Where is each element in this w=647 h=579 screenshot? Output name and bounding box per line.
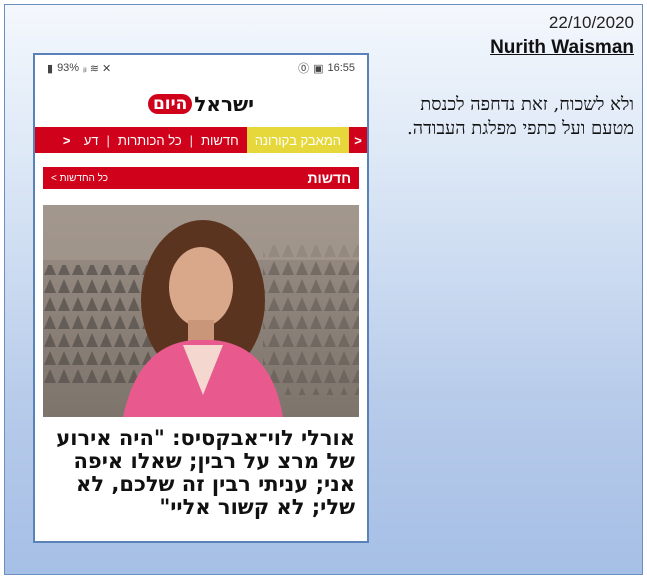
caption-line: מטעם ועל כתפי מפלגת העבודה. [407, 118, 634, 139]
nav-item-news[interactable]: חדשות [193, 127, 247, 153]
nav-divider: | [189, 132, 194, 148]
battery-icon: ▮ [47, 62, 54, 75]
notification-icon: ▣ [313, 62, 324, 75]
slide-frame: 22/10/2020 Nurith Waisman ולא לשכוח, זאת… [4, 4, 643, 575]
caption-line: ולא לשכוח, זאת נדחפה לכנסת [420, 94, 634, 115]
status-bar: ▮ 93% ᵢₗ ≋ ✕ ⓪ ▣ 16:55 [35, 55, 367, 81]
all-news-link[interactable]: כל החדשות > [51, 173, 108, 184]
nfc-icon: ⓪ [298, 63, 310, 75]
logo-text: ישראל [194, 92, 255, 116]
logo-badge: היום [147, 94, 193, 114]
article-photo[interactable] [43, 205, 359, 417]
site-header: ישראל היום [35, 81, 367, 127]
caption-text: ולא לשכוח, זאת נדחפה לכנסת מטעם ועל כתפי… [374, 93, 634, 141]
battery-level: 93% [57, 62, 80, 74]
nav-item-headlines[interactable]: כל הכותרות [110, 127, 190, 153]
nav-item-corona[interactable]: המאבק בקורונה [246, 127, 349, 153]
nav-bar: < המאבק בקורונה חדשות | כל הכותרות | דע … [35, 127, 367, 153]
signal-icon: ᵢₗ ≋ ✕ [83, 62, 112, 75]
nav-item-opinion[interactable]: דע [76, 127, 107, 153]
section-title: חדשות [307, 170, 352, 186]
section-header: חדשות כל החדשות > [43, 167, 359, 189]
nav-scroll-left-icon[interactable]: < [58, 133, 76, 148]
article-headline[interactable]: אורלי לוי־אבקסיס: "היה אירוע של מרצ על ר… [47, 427, 355, 519]
author-name: Nurith Waisman [490, 37, 634, 58]
site-logo[interactable]: ישראל היום [147, 92, 255, 116]
date-label: 22/10/2020 [548, 13, 634, 32]
nav-scroll-right-icon[interactable]: < [349, 133, 367, 148]
nav-divider: | [106, 132, 110, 148]
photo-illustration [43, 205, 359, 417]
phone-screenshot: ▮ 93% ᵢₗ ≋ ✕ ⓪ ▣ 16:55 ישראל היום < המאב… [33, 53, 369, 543]
clock: 16:55 [327, 62, 355, 74]
